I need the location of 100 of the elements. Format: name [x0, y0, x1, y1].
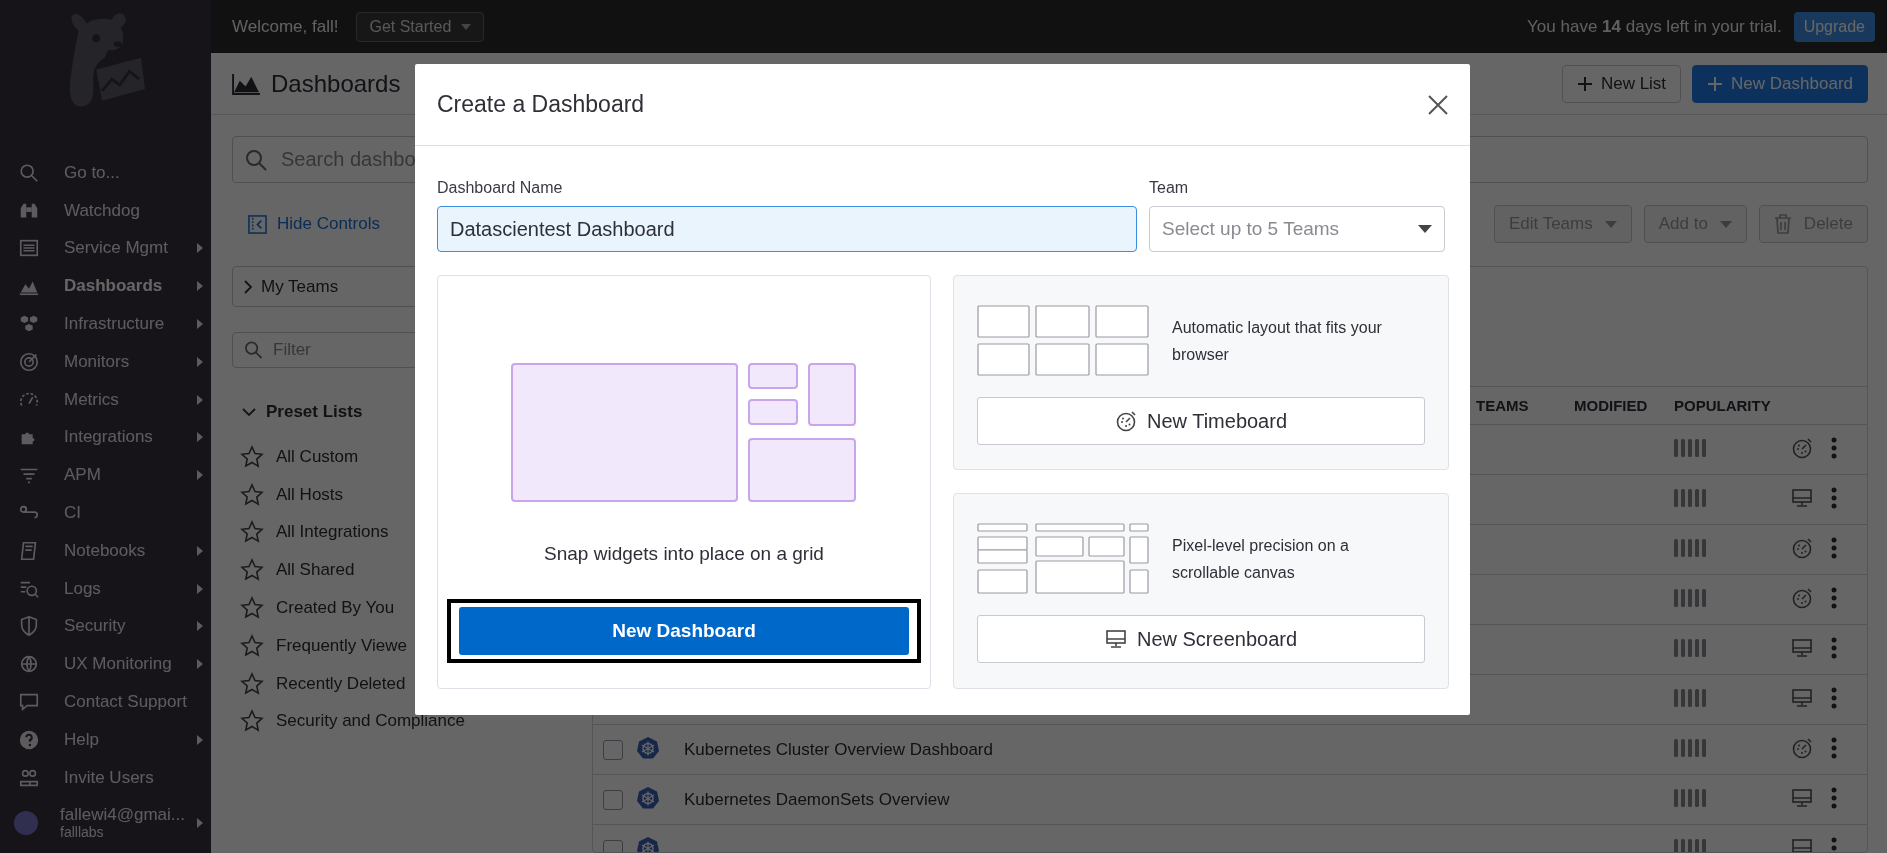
column-header[interactable]: MODIFIED: [1574, 397, 1674, 414]
new-list-button[interactable]: New List: [1561, 64, 1682, 103]
caret-icon: [461, 23, 472, 30]
new-dashboard-button[interactable]: New Dashboard: [459, 607, 909, 655]
monitor-icon: [1791, 786, 1813, 809]
chevron-icon: [197, 319, 203, 330]
caret-icon: [1418, 225, 1432, 233]
account-email: fallewi4@gmai...: [60, 804, 186, 825]
new-dashboard-button[interactable]: New Dashboard: [1692, 64, 1868, 103]
preset-list-link[interactable]: All Integrations: [276, 522, 389, 543]
sidebar-item[interactable]: Dashboards: [0, 267, 211, 306]
sidebar-item[interactable]: Security: [0, 607, 211, 646]
dashboard-link[interactable]: Kubernetes Cluster Overview Dashboard: [684, 739, 993, 759]
more-options-icon[interactable]: [1831, 486, 1837, 509]
sidebar-item[interactable]: Monitors: [0, 343, 211, 381]
chevron-icon: [197, 281, 203, 292]
stopwatch-icon: [1791, 586, 1813, 609]
star-icon[interactable]: [240, 633, 264, 658]
help-icon: [18, 728, 40, 751]
page-title: Dashboards: [271, 69, 401, 98]
sidebar-item[interactable]: UX Monitoring: [0, 645, 211, 684]
sidebar-item[interactable]: Notebooks: [0, 531, 211, 570]
star-icon[interactable]: [240, 709, 264, 734]
popularity-bars-icon: [1674, 838, 1706, 852]
preset-list-link[interactable]: Created By You: [276, 598, 395, 619]
more-options-icon[interactable]: [1831, 836, 1837, 852]
chevron-icon: [197, 356, 203, 367]
sidebar-item[interactable]: Help: [0, 720, 211, 759]
preset-list-link[interactable]: Frequently Viewe: [276, 635, 408, 656]
section-heading: Preset Lists: [266, 402, 363, 422]
upgrade-button[interactable]: Upgrade: [1793, 11, 1875, 42]
account-menu[interactable]: fallewi4@gmai... falllabs: [0, 796, 211, 845]
popularity-bars-icon: [1674, 688, 1706, 707]
dashboard-name-field[interactable]: Datascientest Dashboard: [437, 206, 1137, 252]
target-icon: [18, 350, 40, 373]
new-timeboard-button[interactable]: New Timeboard: [977, 397, 1425, 445]
get-started-button[interactable]: Get Started: [356, 11, 485, 42]
star-icon[interactable]: [240, 482, 264, 507]
helm-wheel-icon: [636, 785, 660, 810]
new-screenboard-button[interactable]: New Screenboard: [977, 615, 1425, 663]
popularity-bars-icon: [1674, 588, 1706, 607]
popularity-bars-icon: [1674, 488, 1706, 507]
monitor-icon: [1791, 836, 1813, 852]
sidebar-item[interactable]: Watchdog: [0, 191, 211, 230]
collapse-panel-icon[interactable]: [248, 214, 267, 234]
stopwatch-icon: [1791, 436, 1813, 459]
welcome-text: Welcome, fall!: [232, 16, 339, 37]
preset-list-link[interactable]: All Custom: [276, 446, 359, 467]
column-header[interactable]: POPULARITY: [1674, 397, 1791, 414]
sidebar-item[interactable]: CI: [0, 494, 211, 532]
popularity-bars-icon: [1674, 788, 1706, 807]
helm-wheel-icon: [636, 835, 660, 852]
close-icon[interactable]: [1428, 94, 1448, 115]
sidebar-item[interactable]: Infrastructure: [0, 305, 211, 343]
sidebar-item[interactable]: Metrics: [0, 380, 211, 419]
sidebar-item[interactable]: APM: [0, 456, 211, 495]
preset-list-link[interactable]: Recently Deleted: [276, 673, 406, 694]
row-checkbox[interactable]: [603, 789, 623, 810]
more-options-icon[interactable]: [1831, 686, 1837, 709]
stopwatch-icon: [1791, 536, 1813, 559]
preset-list-link[interactable]: Security and Compliance: [276, 711, 465, 732]
sidebar-item[interactable]: Invite Users: [0, 758, 211, 797]
dashboard-link[interactable]: Kubernetes DaemonSets Overview: [684, 789, 950, 809]
sidebar-item[interactable]: Go to...: [0, 154, 211, 192]
chevron-icon: [197, 817, 203, 828]
more-options-icon[interactable]: [1831, 436, 1837, 459]
chevron-icon: [197, 545, 203, 556]
helm-wheel-icon: [636, 735, 660, 760]
more-options-icon[interactable]: [1831, 636, 1837, 659]
more-options-icon[interactable]: [1831, 786, 1837, 809]
more-options-icon[interactable]: [1831, 586, 1837, 609]
option-description: Automatic layout that fits your browser: [1172, 317, 1383, 365]
option-description: Pixel-level precision on a scrollable canvas: [1172, 535, 1350, 583]
row-checkbox[interactable]: [603, 739, 623, 760]
field-label: Team: [1149, 179, 1190, 197]
star-icon[interactable]: [240, 520, 264, 545]
preset-list-link[interactable]: All Shared: [276, 560, 355, 581]
star-icon[interactable]: [240, 444, 264, 469]
sidebar-item[interactable]: Integrations: [0, 418, 211, 457]
avatar-icon: [14, 810, 38, 835]
star-icon[interactable]: [240, 671, 264, 696]
star-icon[interactable]: [240, 558, 264, 583]
trash-icon: [1773, 214, 1792, 234]
hide-controls-link[interactable]: Hide Controls: [277, 214, 380, 234]
chevron-icon: [197, 659, 203, 670]
team-select-field[interactable]: Select up to 5 Teams: [1149, 206, 1445, 252]
area-chart-icon: [232, 72, 261, 95]
chevron-icon: [197, 432, 203, 443]
field-label: Dashboard Name: [437, 179, 564, 197]
popularity-bars-icon: [1674, 738, 1706, 757]
column-header[interactable]: TEAMS: [1476, 397, 1574, 414]
more-options-icon[interactable]: [1831, 536, 1837, 559]
sidebar-item[interactable]: Service Mgmt: [0, 229, 211, 268]
monitor-icon: [1104, 628, 1127, 650]
sidebar-item[interactable]: Logs: [0, 569, 211, 608]
chevron-icon[interactable]: [242, 407, 256, 417]
preset-list-link[interactable]: All Hosts: [276, 484, 344, 505]
more-options-icon[interactable]: [1831, 736, 1837, 759]
sidebar-item[interactable]: Contact Support: [0, 683, 211, 721]
star-icon[interactable]: [240, 596, 264, 621]
